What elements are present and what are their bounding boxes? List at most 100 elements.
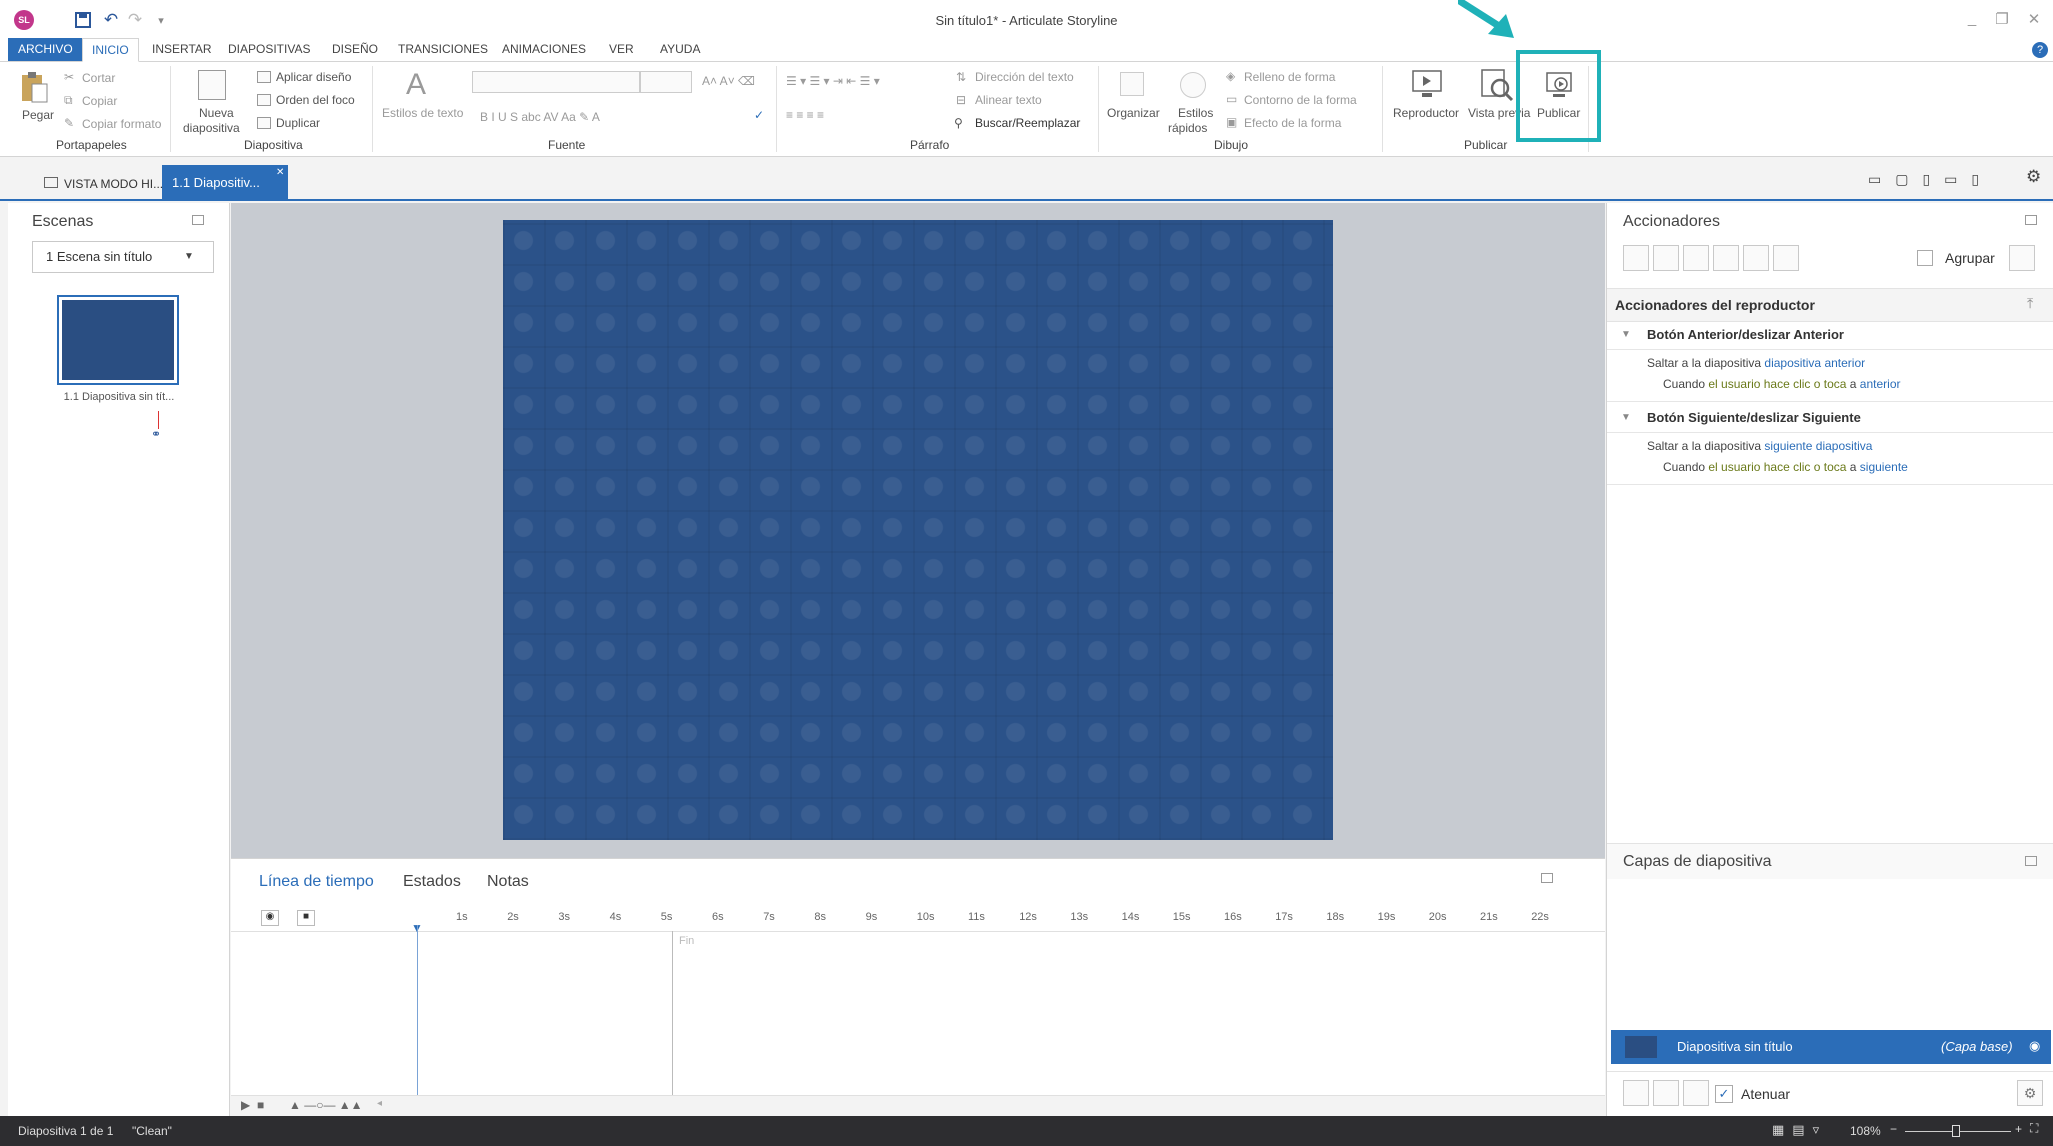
player-icon[interactable]: [1410, 68, 1444, 100]
zoom-slider-thumb[interactable]: [1952, 1125, 1960, 1137]
expand-icon[interactable]: ▼: [1621, 412, 1631, 423]
gear-icon[interactable]: ⚙: [2017, 1080, 2043, 1106]
binoculars-icon[interactable]: ⚲: [954, 116, 963, 130]
zoom-in-icon[interactable]: +: [2015, 1122, 2022, 1136]
trigger-action[interactable]: Saltar a la diapositiva siguiente diapos…: [1647, 439, 1872, 453]
new-slide-label-1[interactable]: Nueva: [199, 106, 234, 120]
text-direction-button[interactable]: Dirección del texto: [975, 70, 1074, 84]
list-icons[interactable]: ☰ ▾ ☰ ▾ ⇥ ⇤ ☰ ▾: [786, 74, 880, 88]
align-text-button[interactable]: Alinear texto: [975, 93, 1042, 107]
shape-effect-icon[interactable]: ▣: [1226, 115, 1237, 129]
find-replace-button[interactable]: Buscar/Reemplazar: [975, 116, 1080, 130]
format-painter-icon[interactable]: ✎: [64, 116, 74, 130]
paste-button[interactable]: Pegar: [22, 108, 54, 122]
view-mode-icons[interactable]: ▦▤▿: [1772, 1122, 1827, 1138]
new-layer-icon[interactable]: [1623, 1080, 1649, 1106]
arrange-icon[interactable]: [1120, 72, 1144, 96]
slide-thumbnail[interactable]: [57, 295, 179, 385]
play-icon[interactable]: ▶: [241, 1098, 250, 1112]
text-styles-icon[interactable]: A: [406, 68, 426, 102]
quick-styles-label-1[interactable]: Estilos: [1178, 106, 1213, 120]
new-slide-icon[interactable]: [198, 70, 226, 100]
zoom-out-icon[interactable]: −: [1890, 1122, 1897, 1136]
minimize-icon[interactable]: _: [1960, 10, 1984, 30]
tab-ayuda[interactable]: AYUDA: [660, 42, 700, 56]
eye-icon[interactable]: ◉: [2029, 1038, 2040, 1054]
apply-layout-icon[interactable]: [257, 71, 271, 83]
tab-timeline[interactable]: Línea de tiempo: [259, 873, 374, 891]
new-trigger-icon[interactable]: [1623, 245, 1649, 271]
dock-icon[interactable]: [192, 215, 204, 225]
lock-icon[interactable]: ■: [297, 910, 315, 926]
duplicate-button[interactable]: Duplicar: [276, 116, 320, 130]
tab-insertar[interactable]: INSERTAR: [152, 42, 212, 56]
tab-animaciones[interactable]: ANIMACIONES: [502, 42, 586, 56]
fit-to-window-icon[interactable]: ⛶: [2030, 1121, 2038, 1136]
dock-icon[interactable]: [2025, 856, 2037, 866]
close-tab-icon[interactable]: ✕: [276, 167, 284, 178]
align-text-icon[interactable]: ⊟: [956, 93, 966, 107]
apply-layout-button[interactable]: Aplicar diseño: [276, 70, 351, 84]
slide-canvas[interactable]: [503, 220, 1333, 840]
tab-ver[interactable]: VER: [609, 42, 634, 56]
font-size-select[interactable]: [640, 71, 692, 93]
new-slide-label-2[interactable]: diapositiva: [183, 121, 240, 135]
font-format-icons[interactable]: B I U S abc AV Aa ✎ A: [480, 110, 600, 124]
preview-icon[interactable]: [1480, 68, 1514, 102]
close-window-icon[interactable]: ✕: [2022, 10, 2046, 30]
spell-check-icon[interactable]: ✓: [754, 108, 764, 122]
shape-fill-button[interactable]: Relleno de forma: [1244, 70, 1335, 84]
cut-button[interactable]: Cortar: [82, 71, 115, 85]
tab-diapositivas[interactable]: DIAPOSITIVAS: [228, 42, 310, 56]
text-direction-icon[interactable]: ⇅: [956, 70, 966, 84]
shape-outline-button[interactable]: Contorno de la forma: [1244, 93, 1357, 107]
tab-diseno[interactable]: DISEÑO: [332, 42, 378, 56]
copy-icon[interactable]: ⧉: [64, 93, 73, 108]
shape-effect-button[interactable]: Efecto de la forma: [1244, 116, 1341, 130]
quick-styles-label-2[interactable]: rápidos: [1168, 121, 1207, 135]
font-family-select[interactable]: [472, 71, 640, 93]
trigger-action[interactable]: Saltar a la diapositiva diapositiva ante…: [1647, 356, 1865, 370]
tab-transiciones[interactable]: TRANSICIONES: [398, 42, 488, 56]
group-checkbox[interactable]: [1917, 250, 1933, 266]
format-painter-button[interactable]: Copiar formato: [82, 117, 161, 131]
zoom-slider-icon[interactable]: ▲ —○— ▲▲: [289, 1098, 363, 1112]
copy-button[interactable]: Copiar: [82, 94, 117, 108]
delete-layer-icon[interactable]: [1683, 1080, 1709, 1106]
tab-notes[interactable]: Notas: [487, 873, 529, 891]
delete-trigger-icon[interactable]: [1743, 245, 1769, 271]
scroll-left-icon[interactable]: ◂: [377, 1098, 382, 1109]
text-styles-button[interactable]: Estilos de texto: [382, 106, 463, 120]
grow-font-icon[interactable]: A˄ A˅ ⌫: [702, 74, 755, 88]
expand-icon[interactable]: ▼: [1621, 329, 1631, 340]
tab-inicio[interactable]: INICIO: [82, 38, 139, 62]
trigger-condition[interactable]: Cuando el usuario hace clic o toca a sig…: [1663, 460, 1908, 474]
focus-order-icon[interactable]: [257, 94, 271, 106]
collapse-icon[interactable]: ⤒: [2027, 295, 2033, 312]
copy-trigger-icon[interactable]: [1683, 245, 1709, 271]
base-layer-row[interactable]: Diapositiva sin título (Capa base) ◉: [1611, 1030, 2051, 1064]
stop-icon[interactable]: ■: [257, 1098, 264, 1112]
restore-icon[interactable]: ❐: [1990, 10, 2014, 30]
quick-styles-icon[interactable]: [1180, 72, 1206, 98]
dock-icon[interactable]: [2025, 215, 2037, 225]
tab-states[interactable]: Estados: [403, 873, 461, 891]
duplicate-layer-icon[interactable]: [1653, 1080, 1679, 1106]
tab-story-view[interactable]: VISTA MODO HI...: [64, 177, 163, 191]
trigger-group-header[interactable]: Botón Anterior/deslizar Anterior: [1647, 327, 1844, 342]
trigger-condition[interactable]: Cuando el usuario hace clic o toca a ant…: [1663, 377, 1900, 391]
edit-trigger-icon[interactable]: [1653, 245, 1679, 271]
tab-archivo[interactable]: ARCHIVO: [8, 38, 83, 61]
trigger-group-header[interactable]: Botón Siguiente/deslizar Siguiente: [1647, 410, 1861, 425]
shape-outline-icon[interactable]: ▭: [1226, 92, 1237, 106]
end-marker[interactable]: [672, 931, 673, 1103]
dim-checkbox[interactable]: ✓: [1715, 1085, 1733, 1103]
paste-trigger-icon[interactable]: [1713, 245, 1739, 271]
cut-icon[interactable]: ✂: [64, 70, 74, 84]
paste-icon[interactable]: [20, 70, 48, 104]
tab-current-slide[interactable]: 1.1 Diapositiv...: [162, 165, 288, 199]
align-icons[interactable]: ≡ ≡ ≡ ≡: [786, 108, 824, 122]
dock-icon[interactable]: [1541, 873, 1553, 883]
move-trigger-icon[interactable]: [1773, 245, 1799, 271]
chevron-down-icon[interactable]: ▼: [184, 251, 194, 262]
